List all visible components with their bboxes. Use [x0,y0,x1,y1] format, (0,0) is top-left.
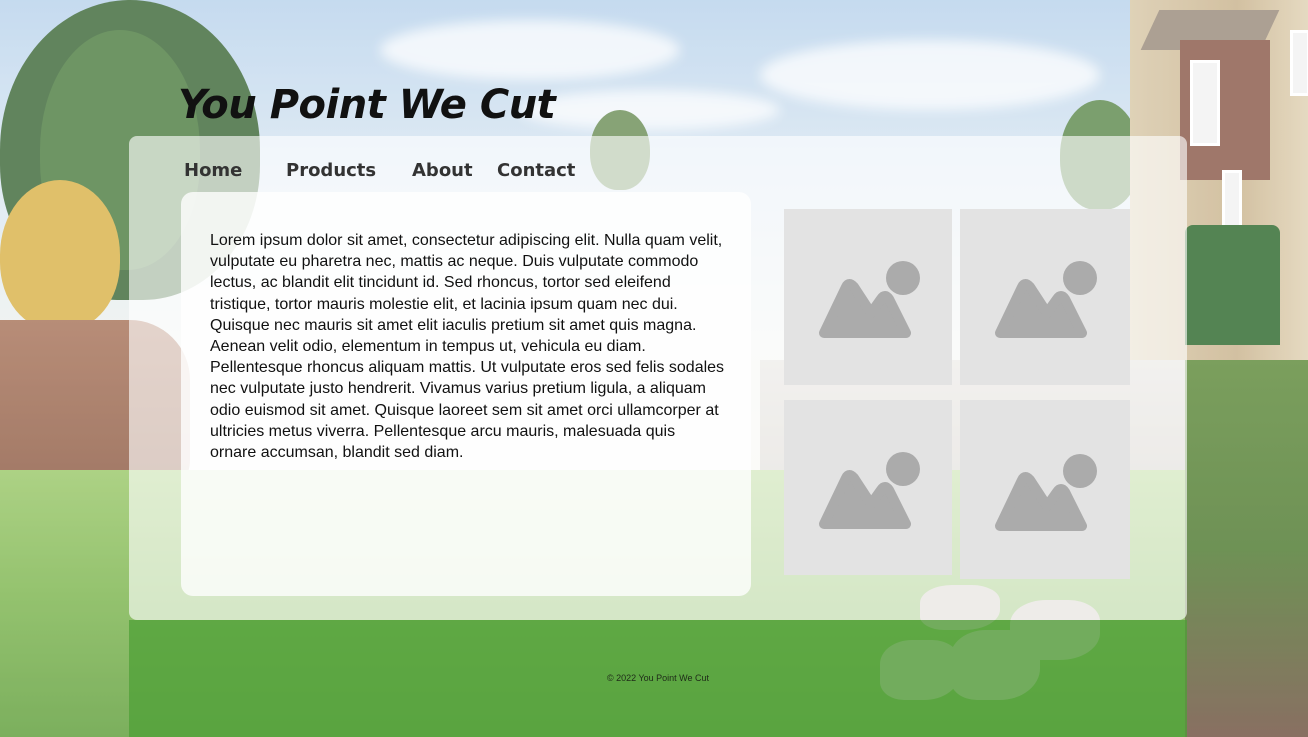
footer-copyright: © 2022 You Point We Cut [606,673,710,683]
gallery-image[interactable] [784,400,952,575]
footer: © 2022 You Point We Cut [129,620,1187,737]
image-placeholder-icon [819,452,920,529]
nav-item-home[interactable]: Home [184,160,242,181]
gallery-image[interactable] [784,209,952,385]
image-placeholder-icon [819,261,920,338]
gallery-image[interactable] [960,209,1130,385]
content-box: Lorem ipsum dolor sit amet, consectetur … [181,192,751,596]
nav-item-about[interactable]: About [412,160,473,181]
body-text: Lorem ipsum dolor sit amet, consectetur … [210,232,725,462]
site-title: You Point We Cut [178,82,556,128]
gallery-image[interactable] [960,400,1130,579]
nav-item-products[interactable]: Products [286,160,376,181]
image-placeholder-icon [995,261,1097,338]
nav-item-contact[interactable]: Contact [497,160,575,181]
image-placeholder-icon [995,454,1097,531]
image-gallery [784,209,1130,579]
